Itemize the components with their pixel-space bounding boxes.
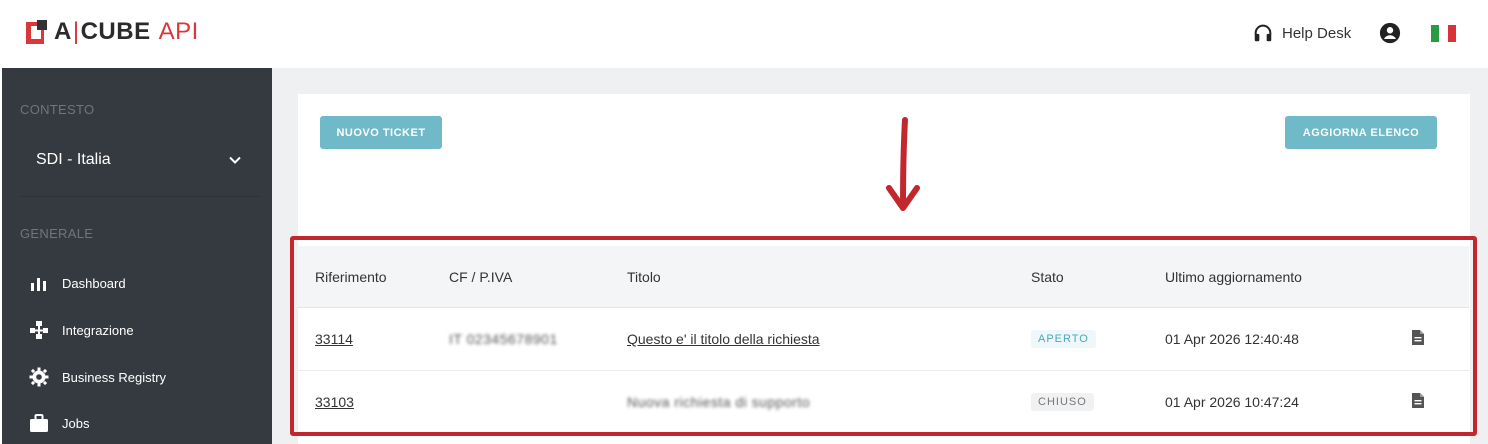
network-icon [28, 319, 50, 341]
new-ticket-button[interactable]: NUOVO TICKET [320, 116, 442, 149]
acube-logo[interactable]: A|CUBE API [26, 16, 199, 48]
sidebar-divider [20, 196, 260, 197]
user-circle-icon[interactable] [1379, 22, 1401, 44]
top-bar: A|CUBE API Help Desk [0, 0, 1488, 68]
context-value: SDI - Italia [36, 151, 111, 168]
briefcase-icon [28, 412, 50, 434]
context-section-label: CONTESTO [20, 102, 95, 117]
sidebar-item-label: Jobs [62, 415, 90, 431]
chevron-down-icon [229, 156, 241, 164]
general-section-label: GENERALE [20, 226, 94, 241]
headset-icon [1254, 24, 1272, 42]
bar-chart-icon [28, 272, 50, 294]
logo-mark-icon [26, 20, 48, 44]
sidebar-item-jobs[interactable]: Jobs [28, 412, 89, 434]
gear-icon [28, 366, 50, 388]
sidebar-item-label: Business Registry [62, 369, 167, 385]
sidebar-item-label: Integrazione [62, 322, 134, 338]
sidebar: CONTESTO SDI - Italia GENERALE Dashboard… [2, 68, 272, 444]
refresh-list-button[interactable]: AGGIORNA ELENCO [1285, 116, 1437, 149]
sidebar-item-business-registry[interactable]: Business Registry [28, 366, 166, 388]
context-select[interactable]: SDI - Italia [20, 140, 250, 180]
helpdesk-link[interactable]: Help Desk [1252, 22, 1351, 44]
sidebar-item-dashboard[interactable]: Dashboard [28, 272, 126, 294]
sidebar-item-integrazione[interactable]: Integrazione [28, 319, 134, 341]
logo-text: A|CUBE API [54, 18, 199, 45]
highlight-box [290, 236, 1477, 436]
sidebar-item-label: Dashboard [62, 275, 126, 291]
helpdesk-label: Help Desk [1282, 24, 1352, 42]
italy-flag-icon[interactable] [1431, 25, 1456, 42]
annotation-arrow-icon [886, 117, 920, 211]
